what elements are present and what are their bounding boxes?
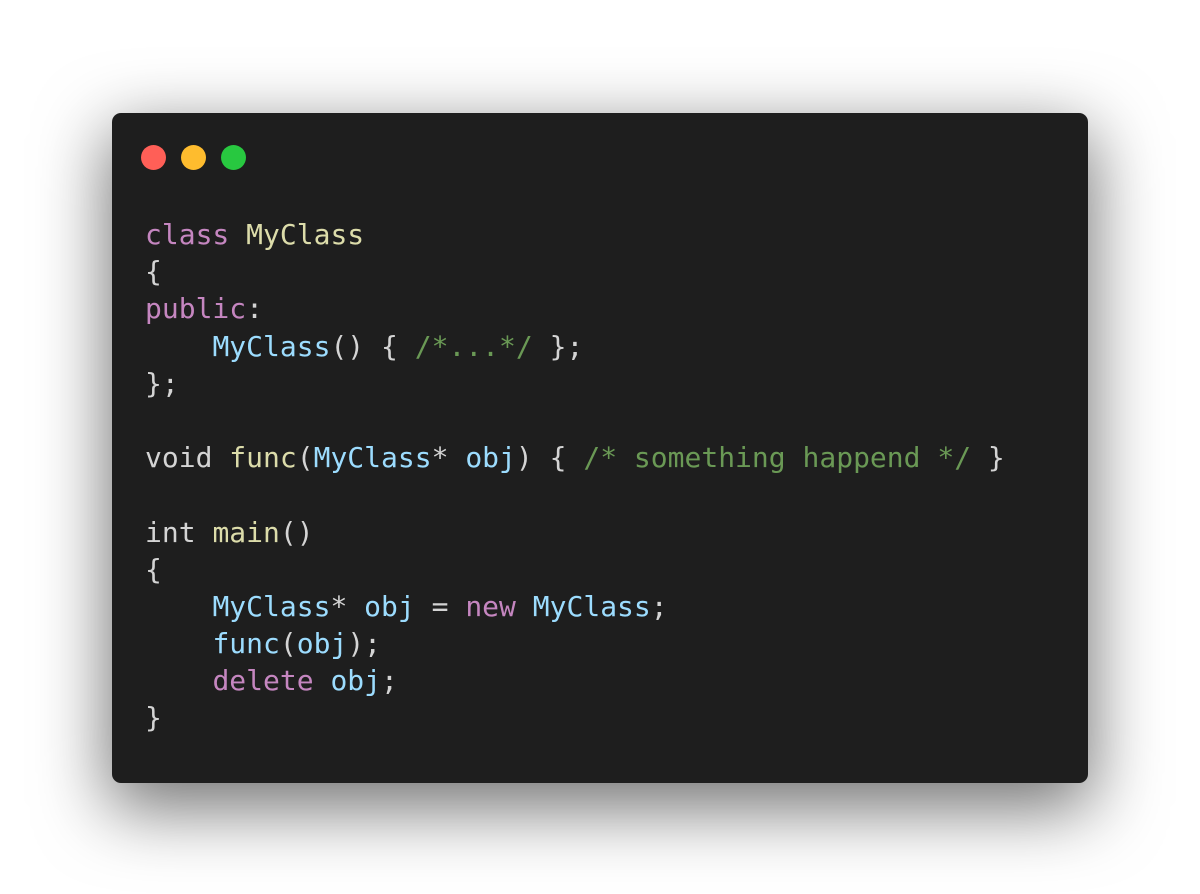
code-block: class MyClass{public: MyClass() { /*...*… <box>145 216 1005 737</box>
code-line: MyClass* obj = new MyClass; <box>145 588 1005 625</box>
code-token: * <box>431 441 466 475</box>
code-line: void func(MyClass* obj) { /* something h… <box>145 439 1005 476</box>
code-token: }; <box>145 366 179 400</box>
code-window: class MyClass{public: MyClass() { /*...*… <box>112 113 1088 783</box>
code-token: () { <box>330 329 415 363</box>
code-line: MyClass() { /*...*/ }; <box>145 328 1005 365</box>
code-token: obj <box>465 441 516 475</box>
code-token: int <box>145 515 213 549</box>
code-token: { <box>145 552 162 586</box>
code-line: delete obj; <box>145 662 1005 699</box>
code-token: } <box>145 701 162 735</box>
code-token: MyClass <box>212 589 331 623</box>
code-token: obj <box>296 627 348 661</box>
code-token: { <box>145 255 162 289</box>
code-token: ; <box>650 589 668 623</box>
code-token: : <box>246 292 264 326</box>
code-token: void <box>145 441 230 475</box>
code-token: new <box>465 589 533 623</box>
code-line: } <box>145 699 1005 736</box>
code-token: MyClass <box>246 218 365 251</box>
code-token: ) { <box>515 441 584 475</box>
code-token: obj <box>330 664 382 698</box>
minimize-window-dot[interactable] <box>181 145 206 170</box>
code-token: = <box>414 589 466 623</box>
code-token: /* something happend */ <box>583 441 972 475</box>
code-line: { <box>145 551 1005 588</box>
code-token: ( <box>279 627 297 661</box>
code-token: }; <box>532 329 584 363</box>
code-line: public: <box>145 290 1005 327</box>
code-token: ( <box>296 441 314 475</box>
code-token: MyClass <box>313 441 432 475</box>
code-token: ; <box>381 664 398 698</box>
code-token: class <box>145 218 247 251</box>
code-line: class MyClass <box>145 216 1005 253</box>
code-token: () <box>279 515 314 549</box>
maximize-window-dot[interactable] <box>221 145 246 170</box>
code-line: int main() <box>145 514 1005 551</box>
code-token: } <box>971 441 1005 475</box>
code-token: ); <box>347 627 382 661</box>
code-token: delete <box>212 664 331 698</box>
code-line: func(obj); <box>145 625 1005 662</box>
code-token: main <box>212 515 280 549</box>
code-token: /*...*/ <box>414 329 533 363</box>
code-token: obj <box>364 589 415 623</box>
code-line: { <box>145 253 1005 290</box>
code-token: public <box>145 292 247 326</box>
code-token: func <box>212 627 280 661</box>
code-token: * <box>330 589 365 623</box>
code-token: MyClass <box>212 329 331 363</box>
close-window-dot[interactable] <box>141 145 166 170</box>
code-token: MyClass <box>532 589 651 623</box>
code-line: }; <box>145 365 1005 402</box>
code-token: func <box>229 441 297 475</box>
